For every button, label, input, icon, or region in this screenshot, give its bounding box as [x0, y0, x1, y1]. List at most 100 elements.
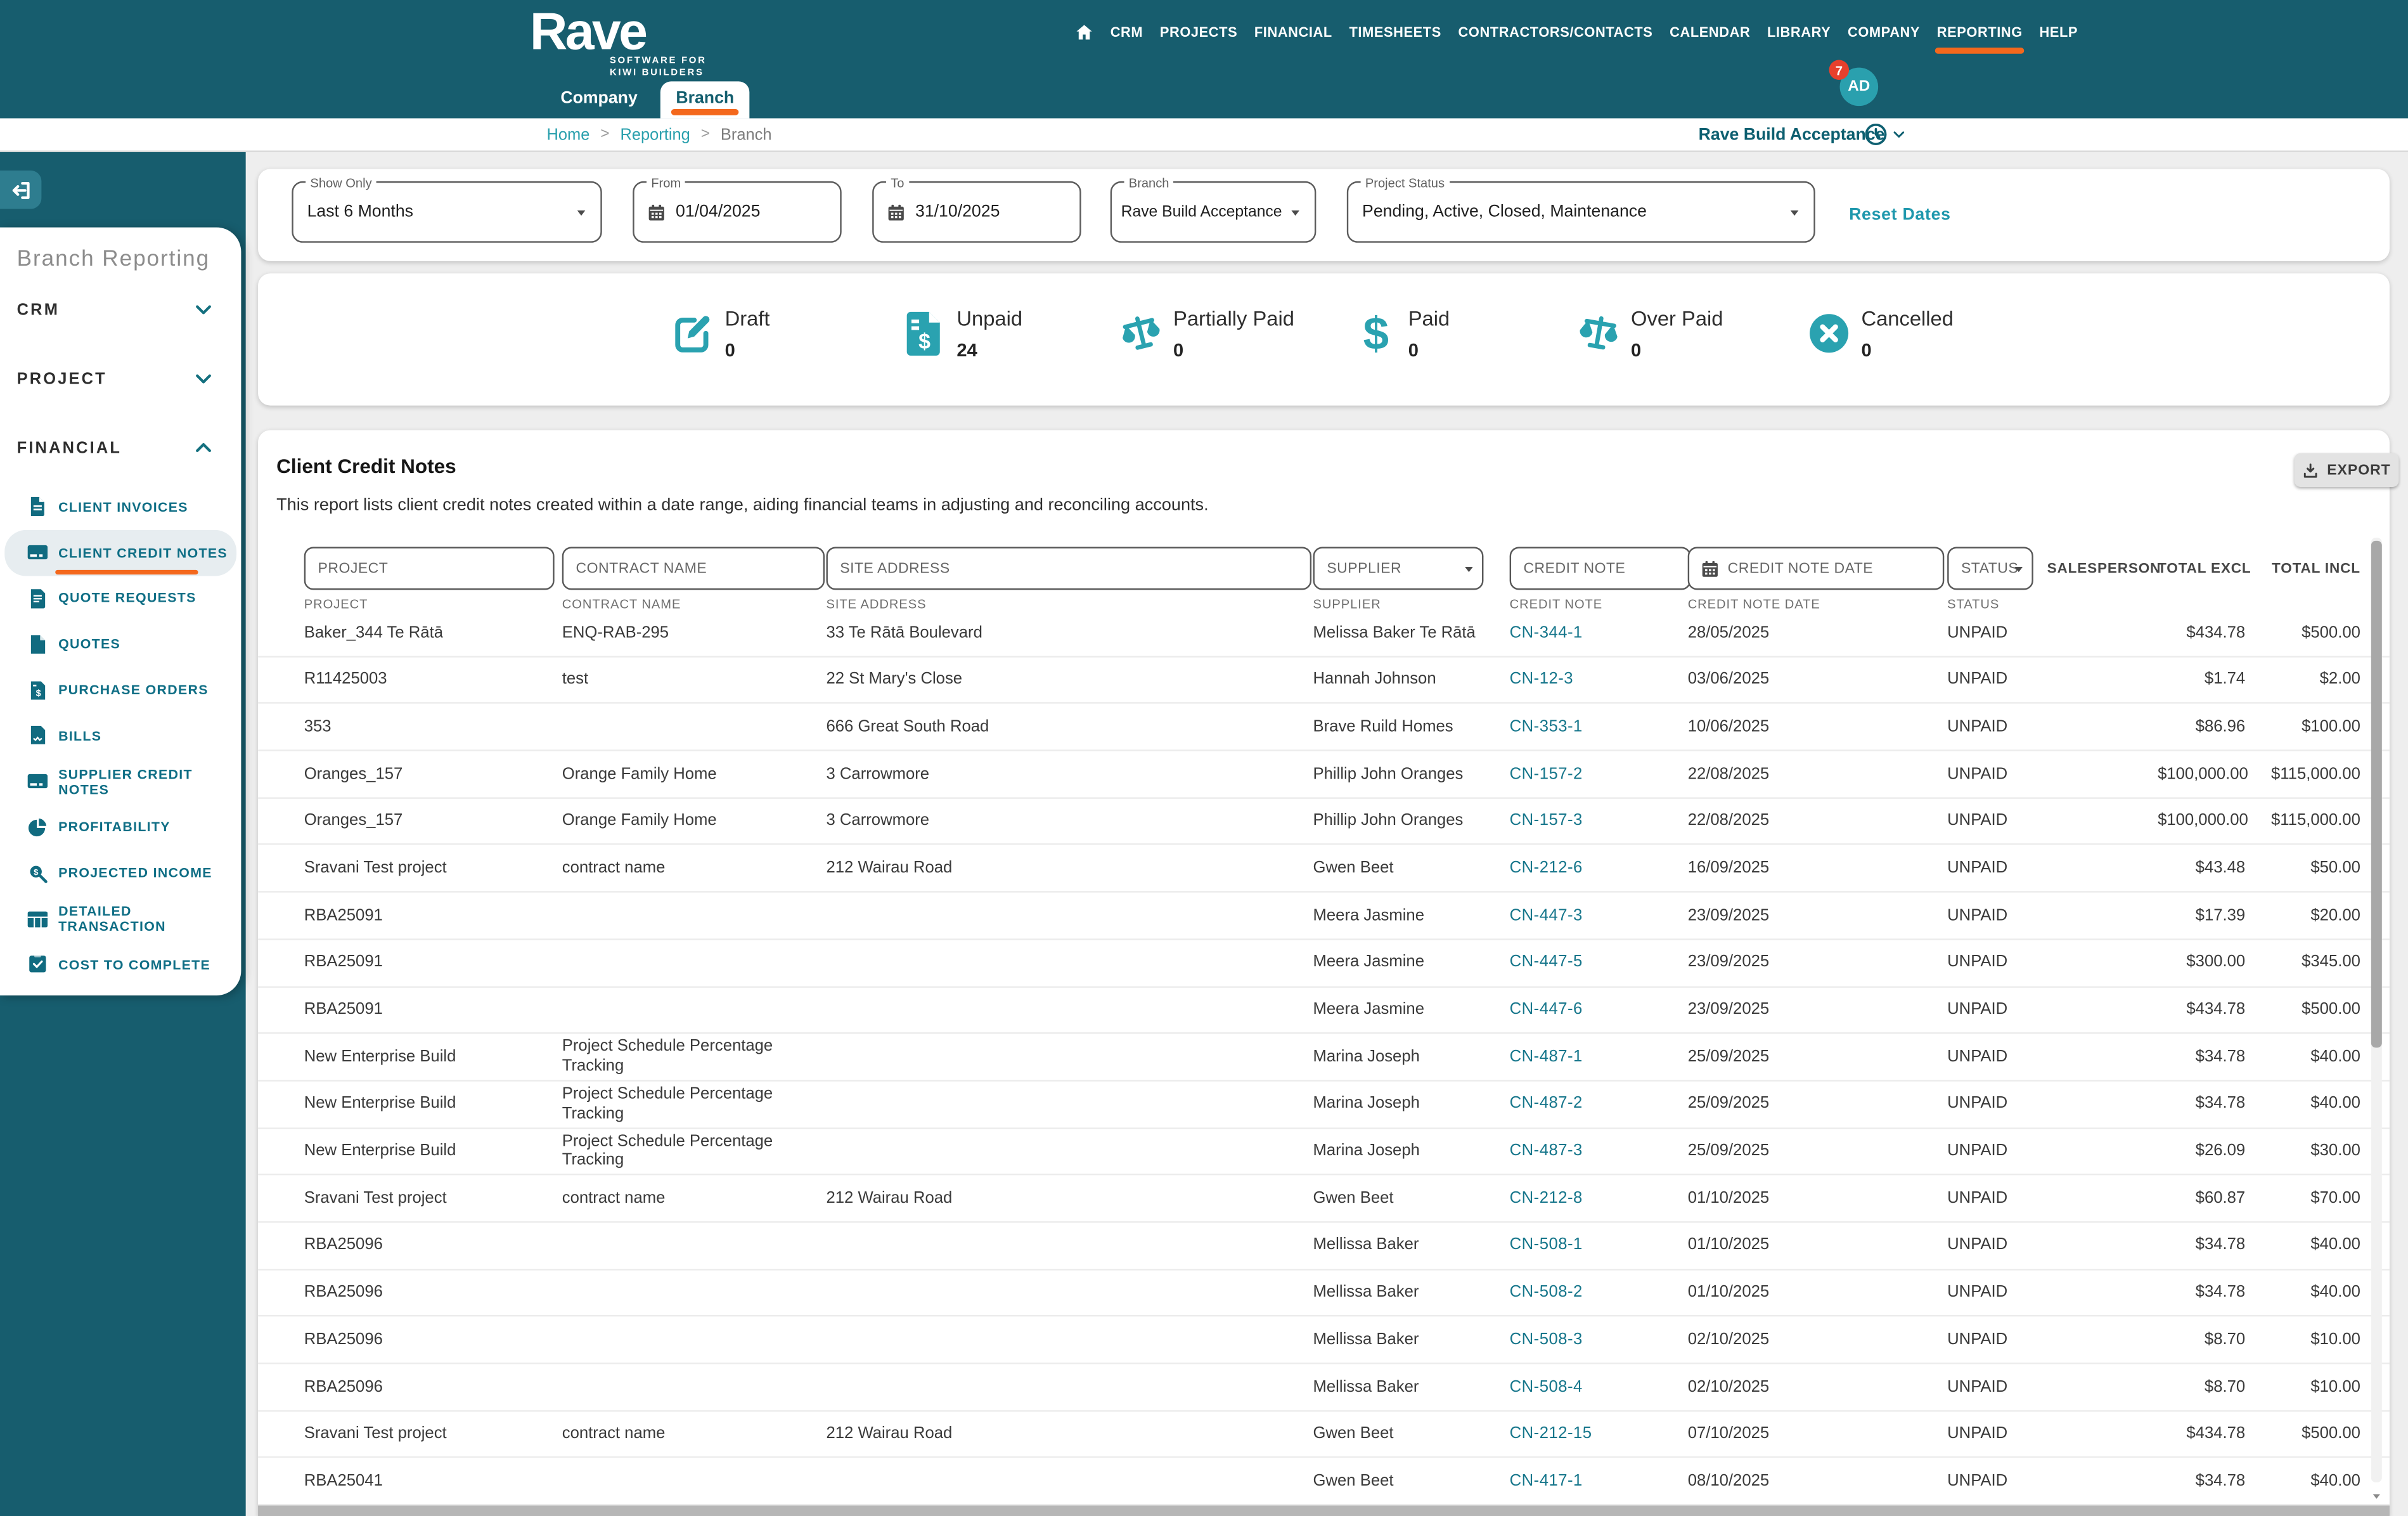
- horizontal-scrollbar[interactable]: [258, 1505, 2390, 1516]
- sidebar-section-project[interactable]: PROJECT: [0, 344, 241, 413]
- sidebar-item-supplier-credit-notes[interactable]: SUPPLIER CREDIT NOTES: [4, 758, 236, 804]
- sidebar-item-quotes[interactable]: QUOTES: [4, 621, 236, 667]
- credit-note-link[interactable]: CN-508-1: [1510, 1236, 1583, 1254]
- credit-note-link[interactable]: CN-212-6: [1510, 858, 1583, 877]
- sidebar-item-cost-to-complete[interactable]: COST TO COMPLETE: [4, 942, 236, 987]
- breadcrumb-home[interactable]: Home: [547, 125, 590, 143]
- table-row[interactable]: 353 666 Great South Road Brave Ruild Hom…: [258, 704, 2390, 751]
- scrollbar-thumb[interactable]: [2371, 540, 2382, 1048]
- avatar[interactable]: AD 7: [1829, 60, 1879, 107]
- show-only-select[interactable]: Show Only Last 6 Months: [292, 174, 602, 243]
- nav-item-crm[interactable]: CRM: [1111, 25, 1143, 40]
- cell-credit-note-date: 23/09/2025: [1687, 953, 1770, 972]
- credit-note-link[interactable]: CN-508-4: [1510, 1377, 1583, 1396]
- project-status-select[interactable]: Project Status Pending, Active, Closed, …: [1346, 174, 1815, 243]
- rave-logo[interactable]: Rave SOFTWARE FOR KIWI BUILDERS: [530, 4, 707, 79]
- credit-note-link[interactable]: CN-508-3: [1510, 1330, 1583, 1349]
- tab-company[interactable]: Company: [545, 81, 653, 118]
- credit-note-link[interactable]: CN-447-6: [1510, 1000, 1583, 1018]
- filter-project[interactable]: PROJECT: [304, 547, 555, 590]
- clock-icon[interactable]: [1864, 123, 1887, 146]
- nav-item-company[interactable]: COMPANY: [1848, 25, 1920, 40]
- credit-note-link[interactable]: CN-487-2: [1510, 1094, 1583, 1113]
- status-count: 24: [956, 339, 977, 361]
- credit-note-link[interactable]: CN-212-8: [1510, 1189, 1583, 1207]
- sidebar-item-bills[interactable]: BILLS: [4, 713, 236, 758]
- credit-note-link[interactable]: CN-212-15: [1510, 1425, 1592, 1443]
- sidebar-item-profitability[interactable]: PROFITABILITY: [4, 805, 236, 850]
- nav-item-financial[interactable]: FINANCIAL: [1254, 25, 1332, 40]
- credit-note-link[interactable]: CN-353-1: [1510, 717, 1583, 735]
- export-button[interactable]: EXPORT: [2294, 453, 2399, 488]
- credit-note-link[interactable]: CN-12-3: [1510, 670, 1573, 689]
- filter-bar: Show Only Last 6 Months From 01/04/2025 …: [258, 169, 2390, 261]
- filter-status[interactable]: STATUS: [1947, 547, 2033, 590]
- credit-note-link[interactable]: CN-417-1: [1510, 1472, 1583, 1490]
- nav-item-help[interactable]: HELP: [2039, 25, 2078, 40]
- sidebar-item-quote-requests[interactable]: QUOTE REQUESTS: [4, 576, 236, 621]
- nav-item-contractors-contacts[interactable]: CONTRACTORS/CONTACTS: [1458, 25, 1653, 40]
- scroll-down-arrow-icon[interactable]: [2369, 1490, 2383, 1502]
- sidebar-item-client-credit-notes[interactable]: CLIENT CREDIT NOTES: [4, 529, 237, 576]
- filter-supplier[interactable]: SUPPLIER: [1313, 547, 1484, 590]
- filter-credit-note-date[interactable]: CREDIT NOTE DATE: [1687, 547, 1945, 590]
- credit-note-link[interactable]: CN-508-2: [1510, 1283, 1583, 1301]
- over-paid-icon: [1577, 306, 1620, 361]
- vertical-scrollbar[interactable]: [2371, 537, 2382, 1483]
- nav-item-calendar[interactable]: CALENDAR: [1670, 25, 1750, 40]
- sidebar-item-client-invoices[interactable]: CLIENT INVOICES: [4, 484, 236, 529]
- credit-note-link[interactable]: CN-487-1: [1510, 1047, 1583, 1066]
- nav-item-reporting[interactable]: REPORTING: [1935, 25, 2024, 54]
- table-row[interactable]: Oranges_157 Orange Family Home 3 Carrowm…: [258, 751, 2390, 799]
- table-row[interactable]: R11425003 test 22 St Mary's Close Hannah…: [258, 657, 2390, 704]
- credit-note-link[interactable]: CN-447-3: [1510, 906, 1583, 924]
- sidebar-item-projected-income[interactable]: $ PROJECTED INCOME: [4, 850, 236, 896]
- table-row[interactable]: RBA25091 Meera Jasmine CN-447-5 23/09/20…: [258, 940, 2390, 987]
- table-row[interactable]: Sravani Test project contract name 212 W…: [258, 1411, 2390, 1459]
- cell-project: Oranges_157: [304, 811, 403, 831]
- cell-total-incl: $30.00: [2310, 1141, 2360, 1160]
- table-row[interactable]: Oranges_157 Orange Family Home 3 Carrowm…: [258, 798, 2390, 846]
- sidebar-item-purchase-orders[interactable]: $ PURCHASE ORDERS: [4, 667, 236, 713]
- home-icon[interactable]: [1075, 23, 1093, 41]
- credit-note-link[interactable]: CN-487-3: [1510, 1141, 1583, 1160]
- credit-note-link[interactable]: CN-344-1: [1510, 623, 1583, 642]
- table-row[interactable]: Sravani Test project contract name 212 W…: [258, 1176, 2390, 1223]
- table-row[interactable]: RBA25091 Meera Jasmine CN-447-3 23/09/20…: [258, 893, 2390, 940]
- nav-item-projects[interactable]: PROJECTS: [1160, 25, 1237, 40]
- from-date-input[interactable]: From 01/04/2025: [633, 174, 842, 243]
- table-row[interactable]: RBA25096 Mellissa Baker CN-508-1 01/10/2…: [258, 1222, 2390, 1270]
- nav-item-timesheets[interactable]: TIMESHEETS: [1349, 25, 1441, 40]
- credit-note-link[interactable]: CN-157-3: [1510, 812, 1583, 830]
- table-row[interactable]: Sravani Test project contract name 212 W…: [258, 846, 2390, 893]
- breadcrumb-reporting[interactable]: Reporting: [620, 125, 690, 143]
- cell-credit-note-date: 28/05/2025: [1687, 623, 1770, 642]
- table-row[interactable]: RBA25096 Mellissa Baker CN-508-4 02/10/2…: [258, 1364, 2390, 1411]
- table-row[interactable]: New Enterprise Build Project Schedule Pe…: [258, 1034, 2390, 1082]
- table-row[interactable]: New Enterprise Build Project Schedule Pe…: [258, 1129, 2390, 1176]
- credit-note-link[interactable]: CN-157-2: [1510, 765, 1583, 783]
- sidebar-section-financial[interactable]: FINANCIAL: [0, 413, 241, 483]
- filter-site-address[interactable]: SITE ADDRESS: [826, 547, 1312, 590]
- cell-site-address: 212 Wairau Road: [826, 1424, 953, 1443]
- sidebar-item-detailed-transaction[interactable]: DETAILED TRANSACTION: [4, 896, 236, 942]
- to-date-input[interactable]: To 31/10/2025: [872, 174, 1081, 243]
- table-row[interactable]: Baker_344 Te Rātā ENQ-RAB-295 33 Te Rātā…: [258, 610, 2390, 658]
- credit-note-link[interactable]: CN-447-5: [1510, 953, 1583, 971]
- reset-dates-link[interactable]: Reset Dates: [1849, 169, 1951, 261]
- table-row[interactable]: RBA25091 Meera Jasmine CN-447-6 23/09/20…: [258, 987, 2390, 1035]
- tab-branch[interactable]: Branch: [660, 81, 750, 119]
- sidebar-section-crm[interactable]: CRM: [0, 275, 241, 344]
- filter-contract-name[interactable]: CONTRACT NAME: [562, 547, 825, 590]
- branch-filter-select[interactable]: Branch Rave Build Acceptance: [1110, 174, 1317, 243]
- table-row[interactable]: RBA25096 Mellissa Baker CN-508-2 01/10/2…: [258, 1270, 2390, 1318]
- filter-credit-note[interactable]: CREDIT NOTE: [1509, 547, 1691, 590]
- status-paid: $ Paid 0: [1355, 306, 1450, 361]
- table-row[interactable]: RBA25096 Mellissa Baker CN-508-3 02/10/2…: [258, 1317, 2390, 1364]
- collapse-sidebar-button[interactable]: [0, 170, 42, 209]
- table-row[interactable]: New Enterprise Build Project Schedule Pe…: [258, 1081, 2390, 1129]
- nav-item-library[interactable]: LIBRARY: [1767, 25, 1831, 40]
- supplier-credit-icon: [27, 772, 48, 791]
- table-row[interactable]: RBA25041 Gwen Beet CN-417-1 08/10/2025 U…: [258, 1458, 2390, 1506]
- notification-badge[interactable]: 7: [1829, 60, 1850, 80]
